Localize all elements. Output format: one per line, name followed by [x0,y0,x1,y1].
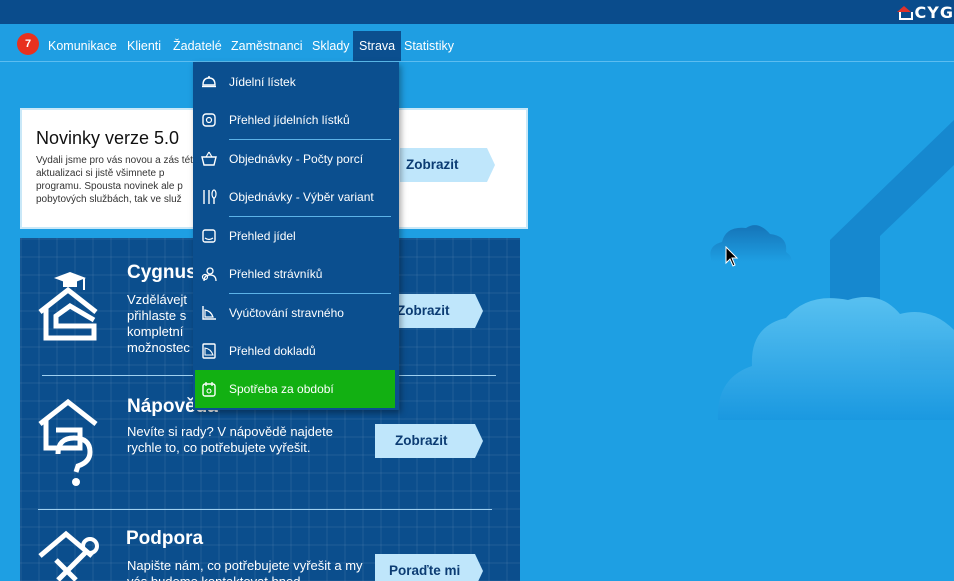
menu-item-objednavky-pocty-porci[interactable]: Objednávky - Počty porcí [195,140,395,178]
basket-icon [200,150,218,168]
graduation-house-icon [38,272,98,341]
section-text-napoveda: Nevíte si rady? V nápovědě najdete rychl… [127,424,333,455]
menu-item-label: Jídelní lístek [229,75,296,89]
section-text-podpora: Napište nám, co potřebujete vyřešit a my… [127,558,363,581]
people-icon [200,265,218,283]
news-text: Vydali jsme pro vás novou a zás této akt… [36,155,199,205]
nav-item-zadatele[interactable]: Žadatelé [173,31,222,61]
menu-item-label: Vyúčtování stravného [229,306,344,320]
nav-item-sklady[interactable]: Sklady [312,31,350,61]
menu-board-icon [200,111,218,129]
menu-item-label: Objednávky - Počty porcí [229,152,364,166]
question-house-icon [38,398,98,486]
chart-icon [200,304,218,322]
strava-dropdown-menu: Jídelní lístek Přehled jídelních lístků … [193,62,399,410]
brand-logo: CYG [896,2,954,22]
nav-item-strava[interactable]: Strava [353,31,402,61]
top-bar: CYG [0,0,954,24]
notification-badge[interactable]: 7 [17,33,39,55]
menu-item-jidelni-listek[interactable]: Jídelní lístek [195,63,395,101]
logo-icon [896,6,913,20]
podpora-advise-button[interactable]: Poraďte mi [375,554,483,581]
napoveda-show-button[interactable]: Zobrazit [375,424,483,458]
section-divider-2 [38,509,492,510]
menu-item-vyuctovani-stravneho[interactable]: Vyúčtování stravného [195,294,395,332]
nav-item-klienti[interactable]: Klienti [127,31,161,61]
nav-item-statistiky[interactable]: Statistiky [404,31,454,61]
menu-item-label: Přehled strávníků [229,267,323,281]
document-icon [200,342,218,360]
mouse-cursor-icon [725,246,739,267]
menu-item-prehled-jidelnich-listku[interactable]: Přehled jídelních lístků [195,101,395,139]
menu-item-objednavky-vyber-variant[interactable]: Objednávky - Výběr variant [195,178,395,216]
dish-icon [200,227,218,245]
nav-divider [0,61,954,62]
nav-item-zamestnanci[interactable]: Zaměstnanci [231,31,303,61]
nav-item-komunikace[interactable]: Komunikace [48,31,117,61]
menu-item-prehled-stravniku[interactable]: Přehled strávníků [195,255,395,293]
calendar-icon [200,380,218,398]
menu-item-label: Přehled jídelních lístků [229,113,350,127]
tools-house-icon [38,530,99,581]
menu-item-label: Objednávky - Výběr variant [229,190,374,204]
logo-text: CYG [914,2,954,22]
menu-item-label: Spotřeba za období [229,382,334,396]
cloche-icon [200,73,218,91]
menu-item-label: Přehled dokladů [229,344,316,358]
menu-item-prehled-jidel[interactable]: Přehled jídel [195,217,395,255]
menu-item-label: Přehled jídel [229,229,296,243]
news-show-button[interactable]: Zobrazit [400,148,495,182]
menu-item-prehled-dokladu[interactable]: Přehled dokladů [195,332,395,370]
menu-item-spotreba-za-obdobi[interactable]: Spotřeba za období [195,370,395,408]
cutlery-icon [200,188,218,206]
section-title-podpora: Podpora [126,528,204,549]
section-title-cygnus: Cygnus [127,262,197,283]
news-title: Novinky verze 5.0 [36,128,180,148]
